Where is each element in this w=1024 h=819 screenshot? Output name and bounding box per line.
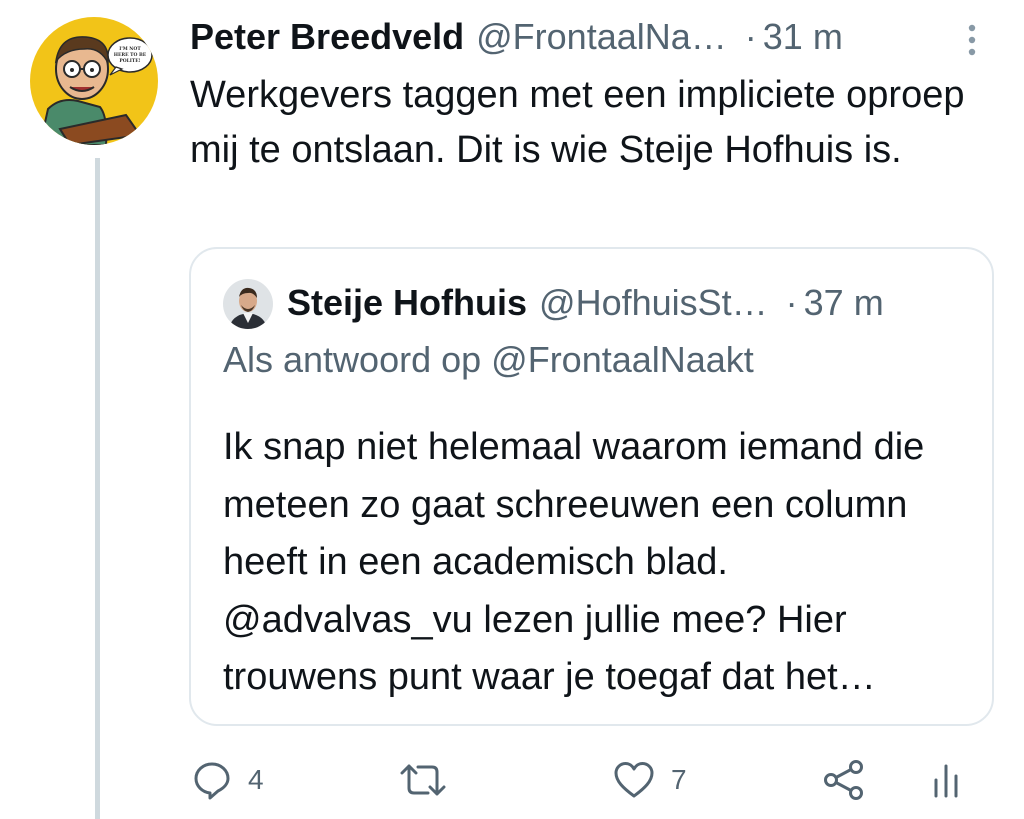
quoted-author-name: Steije Hofhuis: [287, 282, 528, 323]
quoted-author-avatar: [223, 279, 273, 329]
analytics-icon: [932, 760, 962, 800]
retweet-button[interactable]: [400, 752, 462, 808]
avatar-bubble-line2: HERE TO BE: [114, 52, 147, 58]
thread-line: [95, 158, 100, 819]
reply-icon: [192, 760, 232, 800]
author-avatar[interactable]: I'M NOT HERE TO BE POLITE!: [30, 17, 158, 145]
quoted-tweet-card[interactable]: Steije Hofhuis @HofhuisSt… · 37 m Als an…: [189, 247, 994, 726]
analytics-button[interactable]: [932, 752, 962, 808]
tweet-text: Werkgevers taggen met een impliciete opr…: [190, 74, 965, 171]
quoted-tweet-timestamp: 37 m: [803, 282, 884, 323]
heart-icon: [613, 760, 655, 800]
quoted-author-handle: @HofhuisSt…: [539, 282, 768, 323]
avatar-bubble-line3: POLITE!: [119, 58, 140, 64]
header-separator: ·: [744, 16, 757, 57]
reply-to-label: Als antwoord op @FrontaalNaakt: [223, 339, 754, 380]
tweet-action-bar: 4 7: [190, 752, 980, 808]
author-name[interactable]: Peter Breedveld: [190, 16, 464, 58]
like-button[interactable]: 7: [613, 752, 687, 808]
author-handle[interactable]: @FrontaalNa…: [476, 16, 727, 58]
tweet-header: Peter Breedveld @FrontaalNa… · 31 m: [190, 12, 1004, 62]
quoted-tweet-text: Ik snap niet helemaal waarom iemand die …: [223, 426, 925, 698]
reply-button[interactable]: 4: [192, 752, 264, 808]
share-button[interactable]: [822, 752, 866, 808]
more-vertical-icon[interactable]: [962, 22, 982, 58]
like-count: 7: [671, 764, 687, 795]
avatar-bubble-line1: I'M NOT: [119, 46, 141, 52]
quoted-tweet-header: Steije Hofhuis @HofhuisSt… · 37 m: [287, 277, 884, 329]
reply-count: 4: [248, 764, 264, 795]
retweet-icon: [400, 760, 446, 800]
quoted-header-separator: ·: [785, 282, 798, 323]
share-icon: [822, 760, 866, 800]
tweet-timestamp[interactable]: 31 m: [763, 16, 843, 58]
